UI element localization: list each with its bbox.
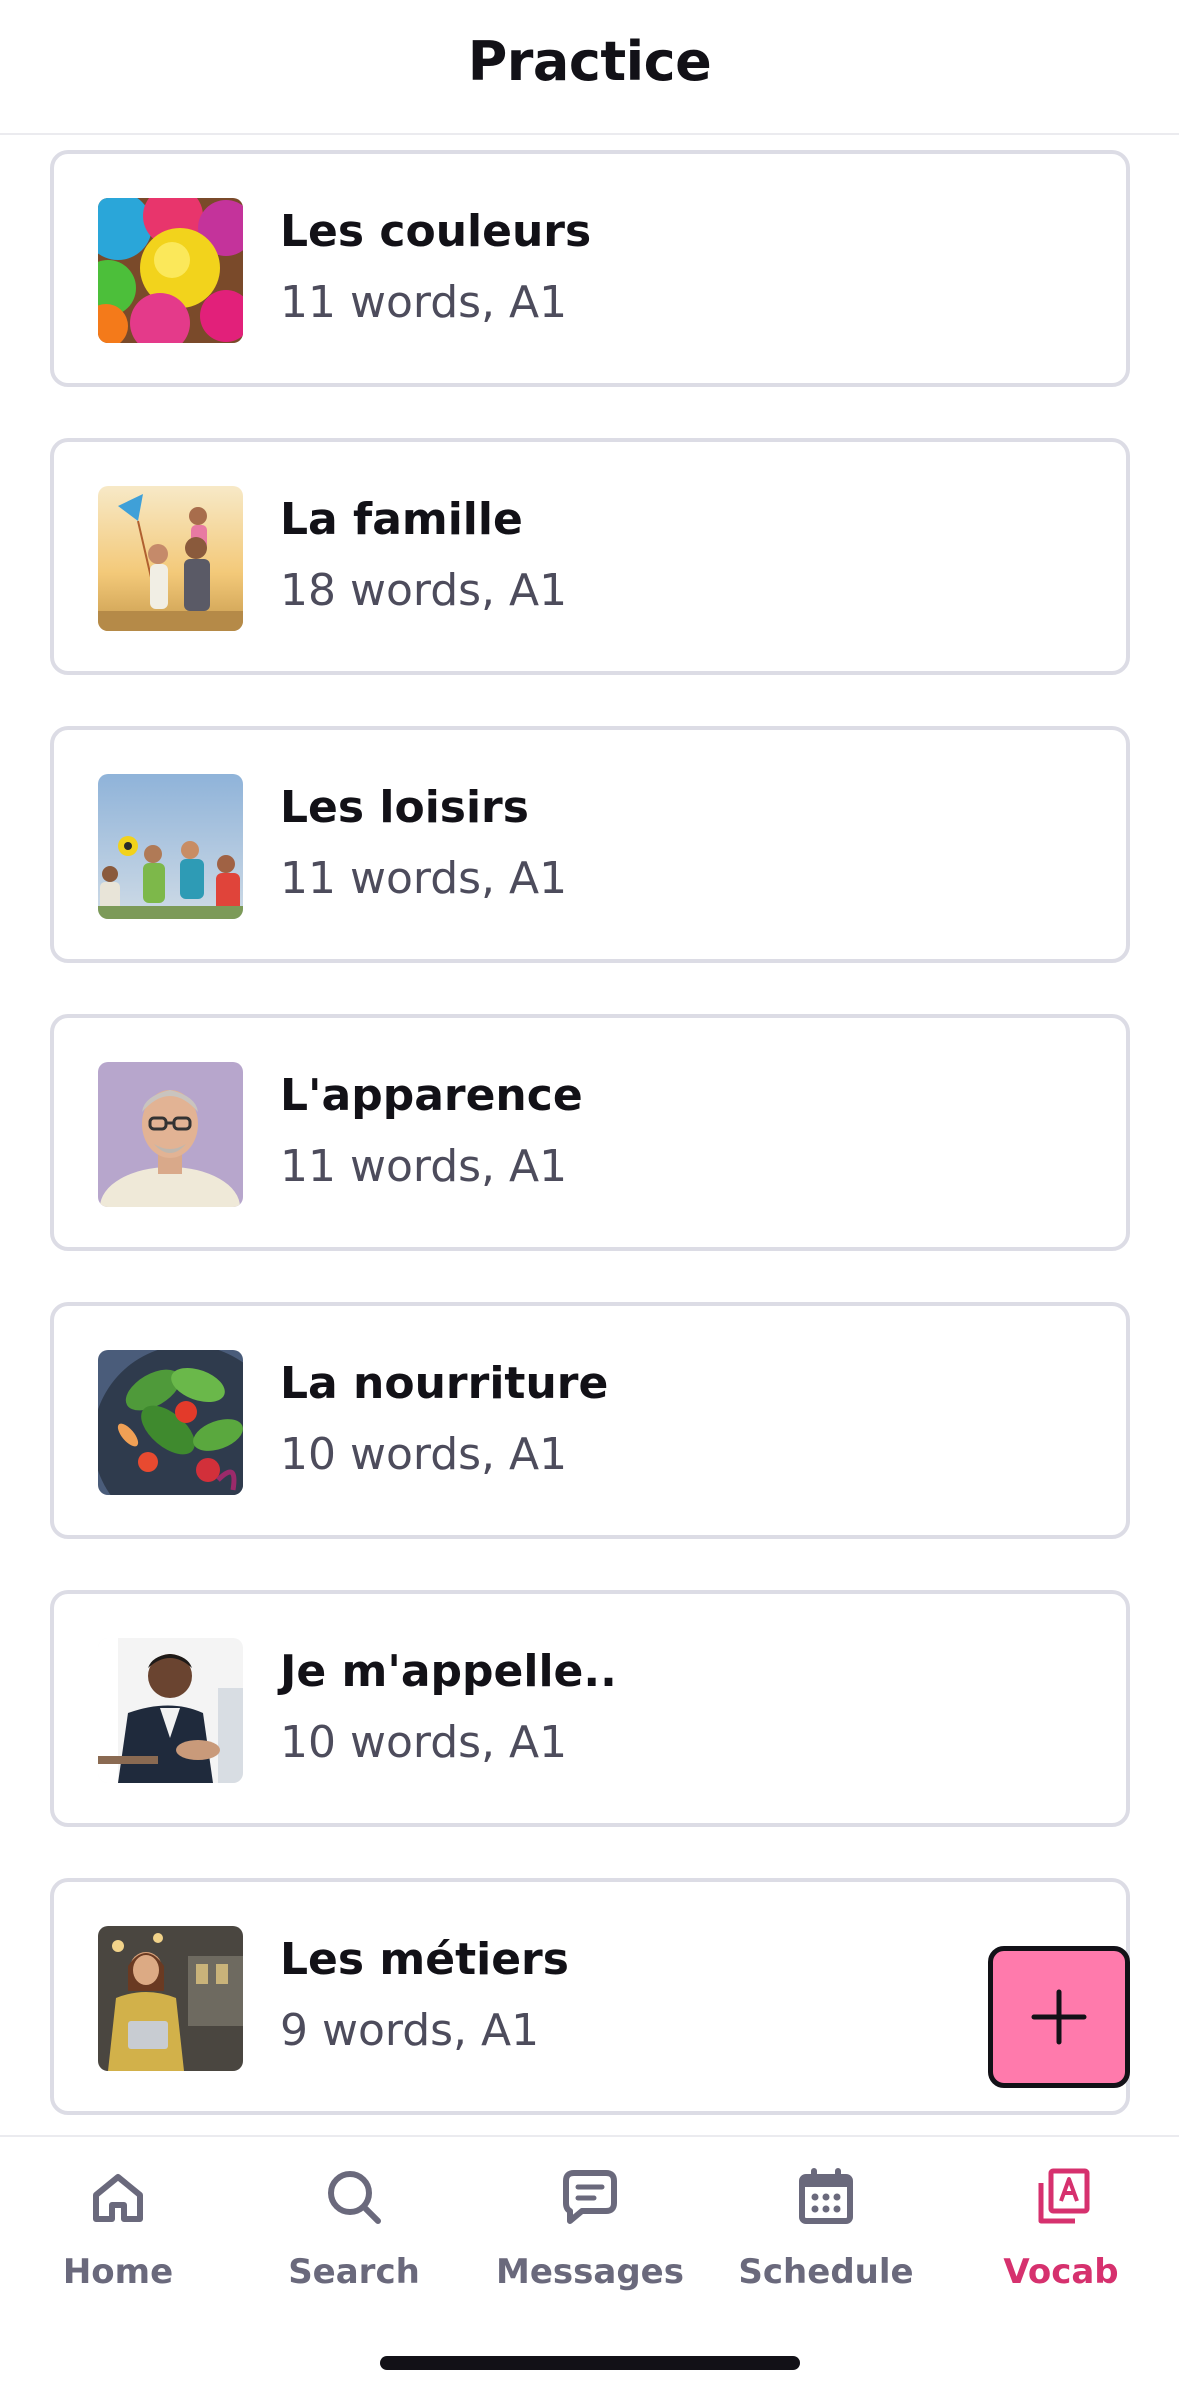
deck-title: L'apparence (280, 1070, 583, 1121)
deck-word-count: 10 words, A1 (280, 1717, 568, 1768)
deck-word-count: 10 words, A1 (280, 1429, 568, 1480)
deck-card-les-couleurs[interactable]: Les couleurs 11 words, A1 (50, 150, 1130, 387)
deck-card-les-metiers[interactable]: Les métiers 9 words, A1 (50, 1878, 1130, 2115)
tab-label: Messages (496, 2252, 684, 2292)
deck-thumbnail-family (98, 486, 243, 631)
tab-messages[interactable]: Messages (472, 2167, 708, 2317)
deck-title: La nourriture (280, 1358, 609, 1409)
search-icon (328, 2171, 381, 2224)
deck-thumbnail-colored-powder (98, 198, 243, 343)
deck-word-count: 18 words, A1 (280, 565, 568, 616)
add-deck-button[interactable] (988, 1946, 1130, 2088)
deck-card-je-m-appelle[interactable]: Je m'appelle.. 10 words, A1 (50, 1590, 1130, 1827)
plus-icon (1031, 1989, 1087, 2045)
tab-home[interactable]: Home (0, 2167, 236, 2317)
message-icon (563, 2170, 617, 2224)
deck-card-l-apparence[interactable]: L'apparence 11 words, A1 (50, 1014, 1130, 1251)
deck-thumbnail-salad (98, 1350, 243, 1495)
deck-title: Les métiers (280, 1934, 569, 1985)
tab-search[interactable]: Search (236, 2167, 472, 2317)
deck-thumbnail-handshake (98, 1638, 243, 1783)
tab-vocab[interactable]: Vocab (943, 2167, 1179, 2317)
tab-label: Home (62, 2252, 174, 2292)
deck-title: Je m'appelle.. (280, 1646, 617, 1697)
home-icon (93, 2174, 143, 2222)
deck-thumbnail-man-portrait (98, 1062, 243, 1207)
deck-word-count: 11 words, A1 (280, 853, 568, 904)
deck-title: Les couleurs (280, 206, 592, 257)
deck-title: Les loisirs (280, 782, 529, 833)
deck-word-count: 9 words, A1 (280, 2005, 540, 2056)
tab-label: Search (288, 2252, 420, 2292)
tab-label: Vocab (1003, 2252, 1119, 2292)
deck-word-count: 11 words, A1 (280, 1141, 568, 1192)
deck-card-les-loisirs[interactable]: Les loisirs 11 words, A1 (50, 726, 1130, 963)
home-indicator (380, 2356, 800, 2370)
deck-card-la-famille[interactable]: La famille 18 words, A1 (50, 438, 1130, 675)
tab-label: Schedule (738, 2252, 914, 2292)
calendar-icon (799, 2168, 853, 2224)
tab-schedule[interactable]: Schedule (708, 2167, 944, 2317)
deck-thumbnail-waitress (98, 1926, 243, 2071)
page-title: Practice (467, 30, 712, 93)
vocab-cards-icon (1038, 2168, 1090, 2224)
deck-card-la-nourriture[interactable]: La nourriture 10 words, A1 (50, 1302, 1130, 1539)
header-bar: Practice (0, 0, 1179, 135)
deck-word-count: 11 words, A1 (280, 277, 568, 328)
deck-list[interactable]: Les couleurs 11 words, A1 La famille 18 … (0, 137, 1179, 2135)
deck-title: La famille (280, 494, 523, 545)
deck-thumbnail-friends-playing (98, 774, 243, 919)
